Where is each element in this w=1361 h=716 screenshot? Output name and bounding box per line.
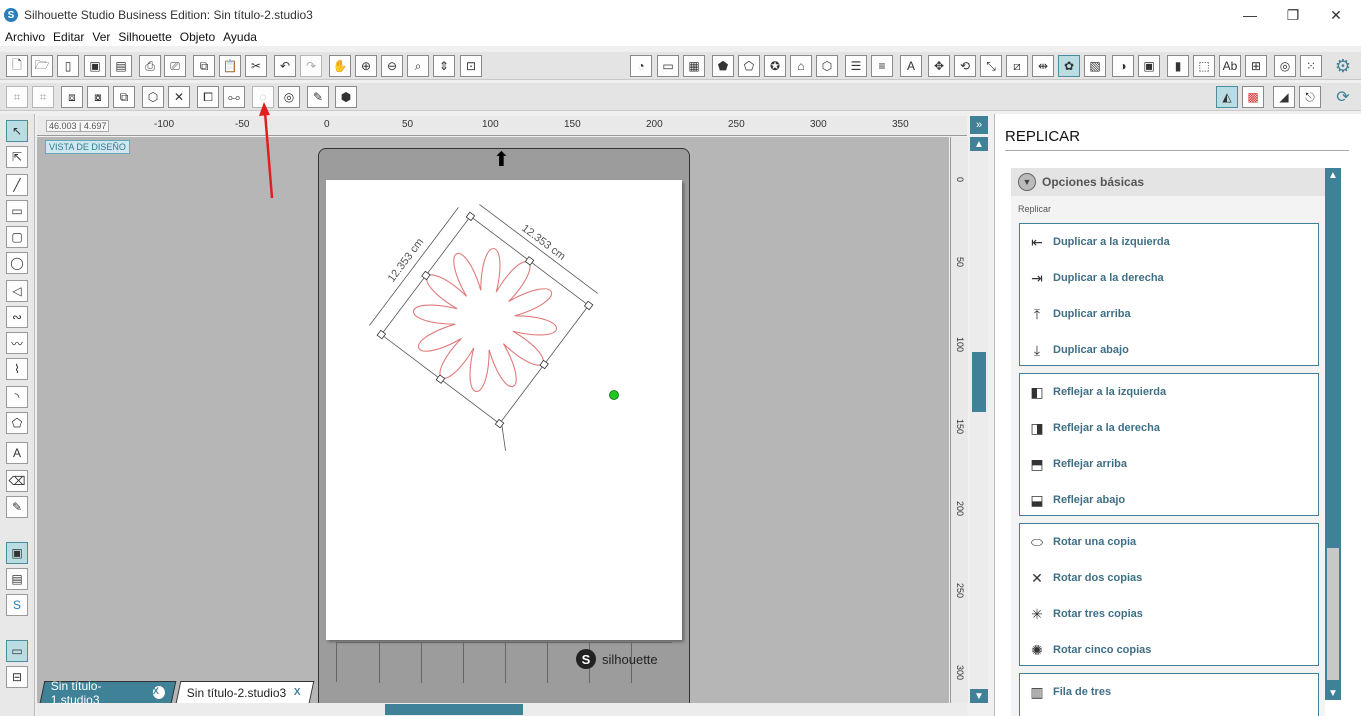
scroll-down-icon[interactable]: ▼ xyxy=(970,689,988,703)
resize-handle xyxy=(583,300,594,311)
selected-object[interactable]: 12.353 cm 12.353 cm xyxy=(346,175,623,451)
panel-scroll-thumb[interactable] xyxy=(1327,548,1339,680)
option-duplicate-up[interactable]: ⤒ Duplicar arriba xyxy=(1024,300,1131,328)
subsection-label: Replicar xyxy=(1018,204,1052,214)
option-row-of-three[interactable]: ▥ Fila de tres xyxy=(1024,678,1111,706)
ruler-v-label: 0 xyxy=(955,177,965,183)
mirror-right-icon: ◨ xyxy=(1030,419,1044,436)
option-rotate-three[interactable]: ✳ Rotar tres copias xyxy=(1024,600,1143,628)
duplicate-group: ⇤ Duplicar a la izquierda ⇥ Duplicar a la … xyxy=(1019,223,1319,366)
panel-content: ▼ Opciones básicas Replicar ⇤ Duplicar a … xyxy=(1011,168,1325,716)
rotate-one-copy-icon: ⬭ xyxy=(1031,533,1043,550)
dimension-label-width: 12.353 cm xyxy=(519,222,567,263)
document-tab-2[interactable]: Sin título-2.studio3 X xyxy=(175,681,315,703)
ruler-v-label: 250 xyxy=(955,583,965,599)
close-tab-icon[interactable]: X xyxy=(294,687,301,698)
replicate-panel: REPLICAR ▼ Opciones básicas Replicar ⇤ Du… xyxy=(994,114,1361,716)
resize-handle xyxy=(465,211,476,222)
option-mirror-left[interactable]: ◧ Reflejar a la izquierda xyxy=(1024,378,1166,406)
duplicate-up-icon: ⤒ xyxy=(1033,305,1041,322)
ruler-v-label: 50 xyxy=(955,257,965,268)
document-tab-1[interactable]: Sin título-1.studio3 X xyxy=(39,679,177,707)
duplicate-left-icon: ⇤ xyxy=(1031,233,1043,250)
resize-handle xyxy=(539,359,549,370)
row-group: ▥ Fila de tres xyxy=(1019,673,1319,716)
option-rotate-two[interactable]: ✕ Rotar dos copias xyxy=(1024,564,1142,592)
row-of-three-icon: ▥ xyxy=(1030,683,1044,700)
document-tab-label: Sin título-1.studio3 xyxy=(50,678,102,707)
option-mirror-down[interactable]: ⬓ Reflejar abajo xyxy=(1024,486,1125,514)
ruler-v-label: 200 xyxy=(955,501,965,517)
canvas-vertical-scrollbar[interactable]: ▲ ▼ xyxy=(970,137,988,703)
basic-options-header[interactable]: ▼ Opciones básicas xyxy=(1011,168,1325,196)
scroll-up-icon[interactable]: ▲ xyxy=(970,137,988,151)
duplicate-down-icon: ⤓ xyxy=(1033,341,1041,358)
panel-scroll-down-icon[interactable]: ▼ xyxy=(1325,686,1341,700)
option-duplicate-left[interactable]: ⇤ Duplicar a la izquierda xyxy=(1024,228,1170,256)
rotate-three-copies-icon: ✳ xyxy=(1031,605,1043,622)
panel-scrollbar[interactable]: ▲ ▼ xyxy=(1325,168,1341,700)
option-mirror-right[interactable]: ◨ Reflejar a la derecha xyxy=(1024,414,1160,442)
vertical-ruler: 0 50 100 150 200 250 300 xyxy=(950,137,968,703)
ruler-v-label: 300 xyxy=(955,665,965,681)
horizontal-scroll-thumb[interactable] xyxy=(385,704,523,715)
annotation-arrow-head xyxy=(259,102,270,116)
close-tab-icon[interactable]: X xyxy=(152,686,165,699)
resize-handle xyxy=(421,270,431,281)
rotate-handle[interactable] xyxy=(609,390,619,400)
resize-handle xyxy=(524,256,535,266)
resize-handle xyxy=(435,374,446,384)
option-rotate-one[interactable]: ⬭ Rotar una copia xyxy=(1024,528,1136,556)
mirror-left-icon: ◧ xyxy=(1030,383,1044,400)
dimension-line-left xyxy=(369,207,459,326)
dimension-line-top xyxy=(479,204,598,294)
duplicate-right-icon: ⇥ xyxy=(1031,269,1043,286)
rotate-handle-line xyxy=(501,425,506,451)
ruler-v-label: 100 xyxy=(955,337,965,353)
panel-title: REPLICAR xyxy=(1005,128,1081,145)
panel-divider xyxy=(1005,150,1349,151)
mirror-group: ◧ Reflejar a la izquierda ◨ Reflejar a la … xyxy=(1019,373,1319,516)
option-rotate-five[interactable]: ✺ Rotar cinco copias xyxy=(1024,636,1151,664)
ruler-v-label: 150 xyxy=(955,419,965,435)
panel-scroll-up-icon[interactable]: ▲ xyxy=(1325,168,1341,182)
mirror-down-icon: ⬓ xyxy=(1030,491,1044,508)
section-label: Opciones básicas xyxy=(1042,175,1145,189)
rotate-group: ⬭ Rotar una copia ✕ Rotar dos copias ✳ Rota… xyxy=(1019,523,1319,666)
option-mirror-up[interactable]: ⬒ Reflejar arriba xyxy=(1024,450,1127,478)
collapse-panel-icon[interactable]: » xyxy=(970,116,988,134)
option-duplicate-down[interactable]: ⤓ Duplicar abajo xyxy=(1024,336,1129,364)
rotate-five-copies-icon: ✺ xyxy=(1031,641,1043,658)
resize-handle xyxy=(376,329,387,340)
rotate-two-copies-icon: ✕ xyxy=(1031,569,1043,586)
chevron-down-icon[interactable]: ▼ xyxy=(1018,173,1036,191)
canvas-horizontal-scrollbar[interactable] xyxy=(37,703,967,716)
annotation-arrow-line xyxy=(263,111,274,199)
vertical-scroll-thumb[interactable] xyxy=(972,352,986,412)
mirror-up-icon: ⬒ xyxy=(1030,455,1044,472)
option-duplicate-right[interactable]: ⇥ Duplicar a la derecha xyxy=(1024,264,1164,292)
document-tab-label: Sin título-2.studio3 xyxy=(186,685,287,700)
